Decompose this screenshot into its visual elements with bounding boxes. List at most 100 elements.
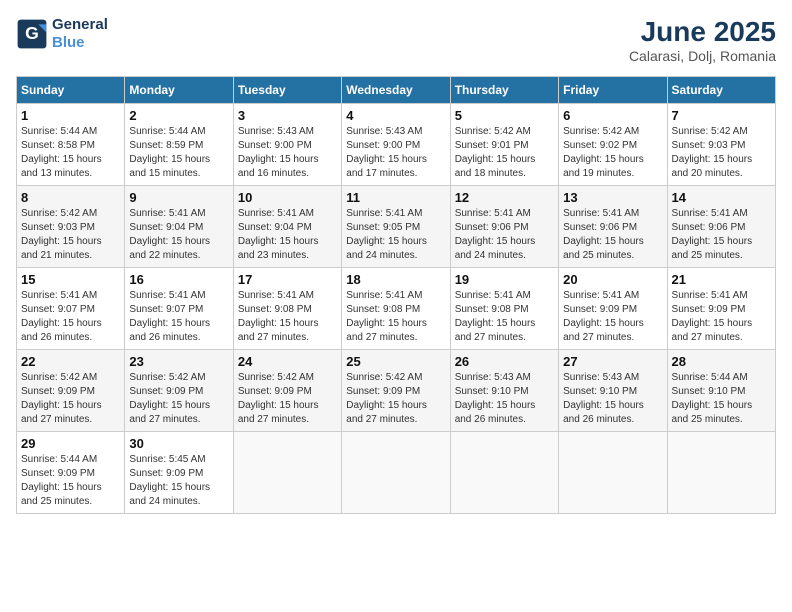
day-info: Sunrise: 5:43 AMSunset: 9:00 PMDaylight:… [346, 125, 445, 181]
logo: G General Blue [16, 16, 108, 52]
calendar-cell: 13 Sunrise: 5:41 AMSunset: 9:06 PMDayligh… [559, 186, 667, 268]
day-number: 27 [563, 354, 662, 369]
day-info: Sunrise: 5:42 AMSunset: 9:03 PMDaylight:… [672, 125, 771, 181]
calendar-cell: 17Sunrise: 5:41 AMSunset: 9:08 PMDayligh… [233, 268, 341, 350]
day-number: 16 [129, 272, 228, 287]
calendar-week-row: 8Sunrise: 5:42 AMSunset: 9:03 PMDaylight… [17, 186, 776, 268]
page-header: G General Blue June 2025 Calarasi, Dolj,… [16, 16, 776, 64]
calendar-cell: 3 Sunrise: 5:43 AMSunset: 9:00 PMDaylight… [233, 104, 341, 186]
calendar-week-row: 29 Sunrise: 5:44 AMSunset: 9:09 PMDayligh… [17, 432, 776, 514]
day-number: 20 [563, 272, 662, 287]
day-info: Sunrise: 5:41 AMSunset: 9:09 PMDaylight:… [672, 289, 771, 345]
calendar-cell: 4 Sunrise: 5:43 AMSunset: 9:00 PMDaylight… [342, 104, 450, 186]
day-number: 1 [21, 108, 120, 123]
day-number: 19 [455, 272, 554, 287]
col-header-sunday: Sunday [17, 77, 125, 104]
calendar-cell [559, 432, 667, 514]
day-number: 25 [346, 354, 445, 369]
day-number: 21 [672, 272, 771, 287]
svg-text:G: G [25, 23, 39, 43]
day-info: Sunrise: 5:41 AMSunset: 9:06 PMDaylight:… [455, 207, 554, 263]
day-number: 15 [21, 272, 120, 287]
day-number: 2 [129, 108, 228, 123]
calendar-cell: 28Sunrise: 5:44 AMSunset: 9:10 PMDayligh… [667, 350, 775, 432]
day-number: 26 [455, 354, 554, 369]
day-info: Sunrise: 5:44 AMSunset: 9:09 PMDaylight:… [21, 453, 120, 509]
day-info: Sunrise: 5:41 AMSunset: 9:07 PMDaylight:… [21, 289, 120, 345]
calendar-cell: 18 Sunrise: 5:41 AMSunset: 9:08 PMDayligh… [342, 268, 450, 350]
day-info: Sunrise: 5:44 AMSunset: 9:10 PMDaylight:… [672, 371, 771, 427]
calendar-cell: 21 Sunrise: 5:41 AMSunset: 9:09 PMDayligh… [667, 268, 775, 350]
calendar-cell: 26 Sunrise: 5:43 AMSunset: 9:10 PMDayligh… [450, 350, 558, 432]
day-number: 9 [129, 190, 228, 205]
day-info: Sunrise: 5:43 AMSunset: 9:10 PMDaylight:… [563, 371, 662, 427]
col-header-wednesday: Wednesday [342, 77, 450, 104]
calendar-cell: 16 Sunrise: 5:41 AMSunset: 9:07 PMDayligh… [125, 268, 233, 350]
day-info: Sunrise: 5:41 AMSunset: 9:04 PMDaylight:… [129, 207, 228, 263]
day-number: 12 [455, 190, 554, 205]
day-number: 13 [563, 190, 662, 205]
calendar-cell: 14 Sunrise: 5:41 AMSunset: 9:06 PMDayligh… [667, 186, 775, 268]
calendar-cell: 1Sunrise: 5:44 AMSunset: 8:58 PMDaylight… [17, 104, 125, 186]
calendar-cell: 19 Sunrise: 5:41 AMSunset: 9:08 PMDayligh… [450, 268, 558, 350]
calendar-cell: 10Sunrise: 5:41 AMSunset: 9:04 PMDayligh… [233, 186, 341, 268]
calendar-cell [667, 432, 775, 514]
day-number: 3 [238, 108, 337, 123]
day-info: Sunrise: 5:42 AMSunset: 9:01 PMDaylight:… [455, 125, 554, 181]
calendar-cell: 12 Sunrise: 5:41 AMSunset: 9:06 PMDayligh… [450, 186, 558, 268]
calendar-week-row: 22 Sunrise: 5:42 AMSunset: 9:09 PMDayligh… [17, 350, 776, 432]
calendar-cell: 7 Sunrise: 5:42 AMSunset: 9:03 PMDaylight… [667, 104, 775, 186]
calendar-cell [450, 432, 558, 514]
day-number: 8 [21, 190, 120, 205]
day-number: 17 [238, 272, 337, 287]
calendar-header-row: SundayMondayTuesdayWednesdayThursdayFrid… [17, 77, 776, 104]
day-info: Sunrise: 5:41 AMSunset: 9:09 PMDaylight:… [563, 289, 662, 345]
day-info: Sunrise: 5:45 AMSunset: 9:09 PMDaylight:… [129, 453, 228, 509]
calendar-cell: 9 Sunrise: 5:41 AMSunset: 9:04 PMDaylight… [125, 186, 233, 268]
day-number: 6 [563, 108, 662, 123]
day-number: 5 [455, 108, 554, 123]
day-info: Sunrise: 5:41 AMSunset: 9:08 PMDaylight:… [455, 289, 554, 345]
calendar-cell: 20 Sunrise: 5:41 AMSunset: 9:09 PMDayligh… [559, 268, 667, 350]
calendar-week-row: 15 Sunrise: 5:41 AMSunset: 9:07 PMDayligh… [17, 268, 776, 350]
day-info: Sunrise: 5:43 AMSunset: 9:10 PMDaylight:… [455, 371, 554, 427]
day-number: 18 [346, 272, 445, 287]
calendar-table: SundayMondayTuesdayWednesdayThursdayFrid… [16, 76, 776, 514]
calendar-cell: 6 Sunrise: 5:42 AMSunset: 9:02 PMDaylight… [559, 104, 667, 186]
day-number: 23 [129, 354, 228, 369]
title-area: June 2025 Calarasi, Dolj, Romania [629, 16, 776, 64]
day-info: Sunrise: 5:41 AMSunset: 9:06 PMDaylight:… [672, 207, 771, 263]
day-info: Sunrise: 5:41 AMSunset: 9:07 PMDaylight:… [129, 289, 228, 345]
calendar-week-row: 1Sunrise: 5:44 AMSunset: 8:58 PMDaylight… [17, 104, 776, 186]
calendar-cell [342, 432, 450, 514]
calendar-cell: 25 Sunrise: 5:42 AMSunset: 9:09 PMDayligh… [342, 350, 450, 432]
col-header-tuesday: Tuesday [233, 77, 341, 104]
col-header-monday: Monday [125, 77, 233, 104]
calendar-cell: 27 Sunrise: 5:43 AMSunset: 9:10 PMDayligh… [559, 350, 667, 432]
day-info: Sunrise: 5:41 AMSunset: 9:06 PMDaylight:… [563, 207, 662, 263]
day-info: Sunrise: 5:41 AMSunset: 9:08 PMDaylight:… [346, 289, 445, 345]
day-info: Sunrise: 5:42 AMSunset: 9:02 PMDaylight:… [563, 125, 662, 181]
calendar-cell: 29 Sunrise: 5:44 AMSunset: 9:09 PMDayligh… [17, 432, 125, 514]
day-number: 11 [346, 190, 445, 205]
calendar-cell: 11 Sunrise: 5:41 AMSunset: 9:05 PMDayligh… [342, 186, 450, 268]
day-number: 29 [21, 436, 120, 451]
day-number: 4 [346, 108, 445, 123]
day-info: Sunrise: 5:41 AMSunset: 9:05 PMDaylight:… [346, 207, 445, 263]
col-header-thursday: Thursday [450, 77, 558, 104]
day-info: Sunrise: 5:42 AMSunset: 9:09 PMDaylight:… [21, 371, 120, 427]
day-info: Sunrise: 5:42 AMSunset: 9:09 PMDaylight:… [346, 371, 445, 427]
calendar-cell [233, 432, 341, 514]
day-info: Sunrise: 5:43 AMSunset: 9:00 PMDaylight:… [238, 125, 337, 181]
day-number: 7 [672, 108, 771, 123]
calendar-cell: 15 Sunrise: 5:41 AMSunset: 9:07 PMDayligh… [17, 268, 125, 350]
day-number: 14 [672, 190, 771, 205]
day-info: Sunrise: 5:41 AMSunset: 9:04 PMDaylight:… [238, 207, 337, 263]
calendar-cell: 2Sunrise: 5:44 AMSunset: 8:59 PMDaylight… [125, 104, 233, 186]
day-number: 24 [238, 354, 337, 369]
day-number: 30 [129, 436, 228, 451]
calendar-cell: 30 Sunrise: 5:45 AMSunset: 9:09 PMDayligh… [125, 432, 233, 514]
calendar-cell: 23Sunrise: 5:42 AMSunset: 9:09 PMDayligh… [125, 350, 233, 432]
day-number: 22 [21, 354, 120, 369]
calendar-cell: 24Sunrise: 5:42 AMSunset: 9:09 PMDayligh… [233, 350, 341, 432]
